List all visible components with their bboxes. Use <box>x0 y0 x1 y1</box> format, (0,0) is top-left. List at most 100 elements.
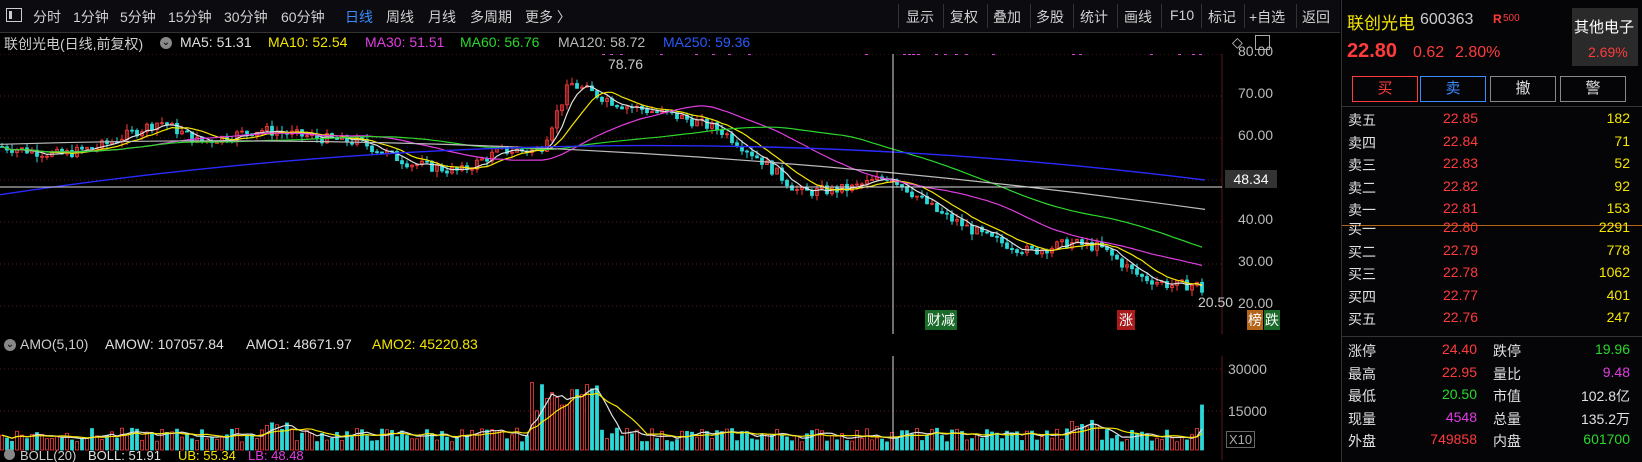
ask-row[interactable]: 卖二 22.82 92 <box>1348 176 1638 198</box>
bid-row[interactable]: 买四 22.77 401 <box>1348 285 1638 307</box>
ask-row[interactable]: 卖四 22.84 71 <box>1348 131 1638 153</box>
event-tag[interactable]: 榜 <box>1247 310 1263 330</box>
sector-box[interactable]: 其他电子 2.69% <box>1572 8 1638 66</box>
chevron-down-icon[interactable] <box>4 449 15 460</box>
ask-row[interactable]: 卖五 22.85 182 <box>1348 108 1638 130</box>
candle-body <box>370 145 374 152</box>
tab-more[interactable]: 更多 〉 <box>525 7 571 27</box>
cancel-order-button[interactable]: 撤 <box>1490 76 1556 102</box>
chevron-down-icon[interactable]: ⌄ <box>4 339 16 351</box>
event-tag[interactable]: 财减 <box>925 310 957 330</box>
candle-body <box>900 184 904 187</box>
volume-bar <box>595 385 599 451</box>
add-watchlist-button[interactable]: +自选 <box>1249 7 1285 27</box>
tab-30min[interactable]: 30分钟 <box>224 7 268 27</box>
candle-body <box>1080 239 1084 245</box>
bid-volume: 2291 <box>1598 219 1630 235</box>
volume-chart[interactable]: 30000 15000 X10 <box>0 356 1280 460</box>
amo-title: AMO(5,10) <box>20 336 89 352</box>
candle-body <box>1200 281 1204 293</box>
ub-label: UB: 55.34 <box>178 448 236 462</box>
candle-body <box>1130 264 1134 270</box>
draw-line-button[interactable]: 画线 <box>1124 7 1152 27</box>
bid-row[interactable]: 买一 22.80 2291 <box>1348 217 1638 239</box>
volume-bar <box>1200 404 1204 451</box>
tab-daily[interactable]: 日线 <box>345 7 373 27</box>
tab-multi-period[interactable]: 多周期 <box>470 7 512 27</box>
mark-button[interactable]: 标记 <box>1208 7 1236 27</box>
price-change: 0.62 <box>1413 44 1445 61</box>
stock-code: 600363 <box>1420 11 1474 28</box>
stat-value: 19.96 <box>1594 341 1630 357</box>
volume-bar <box>285 422 289 451</box>
volume-bar <box>280 428 284 451</box>
display-button[interactable]: 显示 <box>906 7 934 27</box>
signal-dot <box>935 54 938 55</box>
buy-button[interactable]: 买 <box>1352 76 1418 102</box>
volume-bar <box>270 422 274 451</box>
stats-button[interactable]: 统计 <box>1080 7 1108 27</box>
volume-bar <box>955 428 959 451</box>
signal-dot <box>1072 54 1075 55</box>
event-tag[interactable]: 跌 <box>1264 310 1280 330</box>
sector-name: 其他电子 <box>1574 19 1635 36</box>
back-button[interactable]: 返回 <box>1302 7 1330 27</box>
price-axis-label: 70.00 <box>1238 85 1274 101</box>
tab-weekly[interactable]: 周线 <box>386 7 414 27</box>
bid-level-label: 买四 <box>1348 288 1376 305</box>
tab-5min[interactable]: 5分钟 <box>120 7 156 27</box>
candle-body <box>1110 249 1114 256</box>
adjust-button[interactable]: 复权 <box>950 7 978 27</box>
alert-button[interactable]: 警 <box>1560 76 1626 102</box>
ask-row[interactable]: 卖三 22.83 52 <box>1348 153 1638 175</box>
bid-row[interactable]: 买五 22.76 247 <box>1348 307 1638 329</box>
f10-button[interactable]: F10 <box>1170 7 1194 23</box>
price-axis-label: 20.00 <box>1238 295 1274 311</box>
price-axis-label: 40.00 <box>1238 211 1274 227</box>
stat-value: 4548 <box>1445 408 1477 425</box>
volume-svg[interactable] <box>0 356 1280 460</box>
bid-price: 22.80 <box>1443 219 1479 235</box>
chevron-down-icon[interactable]: ⌄ <box>160 37 172 49</box>
volume-bar <box>1065 428 1069 451</box>
tab-monthly[interactable]: 月线 <box>428 7 456 27</box>
candle-body <box>130 129 134 132</box>
boll-label: BOLL: 51.91 <box>88 448 161 462</box>
signal-dot <box>912 54 915 55</box>
volume-bar <box>535 410 539 451</box>
overlay-button[interactable]: 叠加 <box>993 7 1021 27</box>
volume-bar <box>130 427 134 451</box>
volume-axis-label: 15000 <box>1228 403 1267 419</box>
price-chart[interactable]: 80.00 70.00 60.00 40.00 30.00 20.00 48.3… <box>0 43 1280 334</box>
candle-body <box>690 118 694 127</box>
sell-button[interactable]: 卖 <box>1420 76 1486 102</box>
kline-svg[interactable] <box>0 54 1280 334</box>
high-price-marker: 78.76 <box>608 56 644 72</box>
tab-fenshi[interactable]: 分时 <box>33 7 61 27</box>
candle-body <box>620 106 624 110</box>
ask-price: 22.83 <box>1443 155 1479 171</box>
signal-dot <box>1178 54 1181 55</box>
signal-dot <box>865 54 868 55</box>
stat-value: 9.48 <box>1602 363 1630 380</box>
candle-body <box>985 231 989 234</box>
candle-body <box>430 160 434 172</box>
candle-body <box>400 160 404 165</box>
multi-stock-button[interactable]: 多股 <box>1036 7 1064 27</box>
bid-row[interactable]: 买二 22.79 778 <box>1348 240 1638 262</box>
tab-1min[interactable]: 1分钟 <box>73 7 109 27</box>
ask-level-label: 卖四 <box>1348 134 1376 151</box>
volume-bar <box>560 404 564 451</box>
volume-bar <box>235 428 239 451</box>
tab-60min[interactable]: 60分钟 <box>281 7 325 27</box>
tab-15min[interactable]: 15分钟 <box>168 7 212 27</box>
current-price: 22.80 <box>1347 40 1398 62</box>
candle-body <box>750 151 754 157</box>
event-tag[interactable]: 涨 <box>1117 310 1135 330</box>
signal-dot <box>955 54 958 55</box>
panel-toggle-icon[interactable] <box>6 8 22 22</box>
bid-row[interactable]: 买三 22.78 1062 <box>1348 262 1638 284</box>
crosshair-price-label: 48.34 <box>1225 170 1277 188</box>
ask-price: 22.85 <box>1443 110 1479 126</box>
volume-bar <box>230 428 234 451</box>
